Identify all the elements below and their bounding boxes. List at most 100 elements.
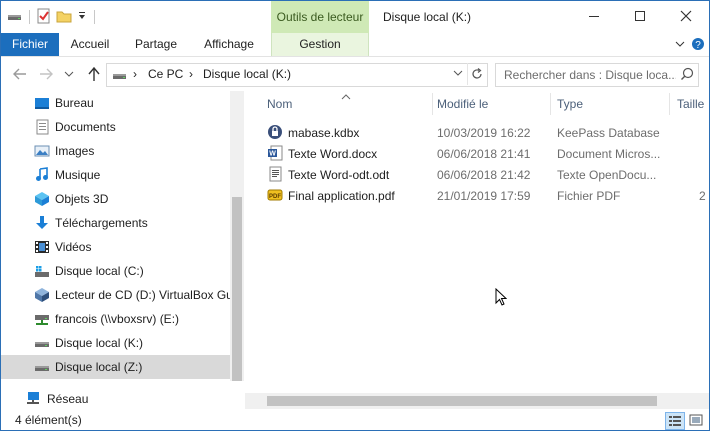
column-header-nom[interactable]: Nom — [267, 97, 292, 111]
navigation-bar: › Ce PC › Disque local (K:) Rechercher d… — [1, 57, 709, 91]
explorer-window: Outils de lecteur Disque local (K:) Fich… — [0, 0, 710, 431]
nav-item-objets-3d[interactable]: Objets 3D — [1, 187, 230, 211]
tab-accueil[interactable]: Accueil — [61, 33, 119, 56]
scrollbar-thumb[interactable] — [232, 197, 242, 381]
nav-item-label: Vidéos — [55, 240, 92, 254]
nav-item-label: Téléchargements — [55, 216, 148, 230]
nav-item-images[interactable]: Images — [1, 139, 230, 163]
nav-item-label: Documents — [55, 120, 116, 134]
file-row[interactable]: mabase.kdbx 10/03/2019 16:22 KeePass Dat… — [263, 122, 709, 143]
file-row[interactable]: W Texte Word.docx 06/06/2018 21:41 Docum… — [263, 143, 709, 164]
new-folder-icon[interactable] — [56, 8, 72, 27]
chevron-down-icon — [64, 71, 74, 77]
breadcrumb-separator[interactable]: › — [133, 67, 137, 81]
drive-icon — [112, 68, 128, 85]
column-header-taille[interactable]: Taille — [677, 97, 704, 111]
minimize-icon — [589, 16, 599, 17]
network-drive-icon — [34, 311, 50, 327]
scrollbar-thumb[interactable] — [267, 396, 657, 406]
svg-text:W: W — [269, 151, 276, 158]
tab-fichier[interactable]: Fichier — [1, 33, 59, 56]
nav-item-label: Disque local (K:) — [55, 336, 144, 350]
odt-document-icon — [267, 166, 283, 182]
nav-item-francois-vboxsrv[interactable]: francois (\\vboxsrv) (E:) — [1, 307, 230, 331]
breadcrumb-disque-local-k[interactable]: Disque local (K:) — [203, 67, 291, 81]
column-divider[interactable] — [432, 93, 433, 115]
mouse-cursor-icon — [495, 287, 508, 309]
details-view-button[interactable] — [665, 412, 685, 430]
expand-ribbon-button[interactable] — [673, 37, 687, 51]
nav-item-videos[interactable]: Vidéos — [1, 235, 230, 259]
nav-item-reseau[interactable]: Réseau — [1, 387, 241, 409]
file-list-scrollbar[interactable] — [245, 393, 709, 409]
help-icon: ? — [692, 38, 704, 51]
drive-icon — [34, 359, 50, 375]
nav-item-disque-local-z[interactable]: Disque local (Z:) — [1, 355, 230, 379]
column-divider[interactable] — [669, 93, 670, 115]
file-row[interactable]: Texte Word-odt.odt 06/06/2018 21:42 Text… — [263, 164, 709, 185]
back-button[interactable] — [11, 65, 29, 83]
close-icon — [680, 10, 692, 22]
close-button[interactable] — [663, 1, 709, 31]
file-row[interactable]: PDF Final application.pdf 21/01/2019 17:… — [263, 185, 709, 206]
qat-separator — [94, 10, 95, 24]
tab-partage[interactable]: Partage — [127, 33, 185, 56]
nav-item-label: Musique — [55, 168, 101, 182]
nav-item-musique[interactable]: Musique — [1, 163, 230, 187]
nav-item-documents[interactable]: Documents — [1, 115, 230, 139]
search-input[interactable]: Rechercher dans : Disque loca... — [504, 68, 676, 82]
breadcrumb-separator[interactable]: › — [189, 67, 193, 81]
title-bar: Outils de lecteur Disque local (K:) — [1, 1, 709, 33]
tab-affichage[interactable]: Affichage — [197, 33, 261, 56]
recent-locations-button[interactable] — [63, 65, 75, 83]
minimize-button[interactable] — [571, 1, 617, 31]
file-modified: 06/06/2018 21:42 — [437, 168, 531, 182]
word-document-icon: W — [267, 145, 283, 161]
quick-access-toolbar — [7, 8, 97, 26]
pdf-icon: PDF — [267, 187, 283, 203]
address-history-button[interactable] — [453, 66, 463, 80]
properties-check-icon[interactable] — [36, 8, 52, 27]
file-modified: 10/03/2019 16:22 — [437, 126, 531, 140]
file-modified: 21/01/2019 17:59 — [437, 189, 531, 203]
breadcrumb-ce-pc[interactable]: Ce PC — [148, 67, 183, 81]
maximize-button[interactable] — [617, 1, 663, 31]
nav-item-label: Lecteur de CD (D:) VirtualBox Gue — [55, 288, 231, 302]
address-bar[interactable]: › Ce PC › Disque local (K:) — [106, 63, 488, 87]
tab-gestion[interactable]: Gestion — [271, 33, 369, 56]
nav-item-label: Images — [55, 144, 95, 158]
item-count: 4 élément(s) — [15, 413, 82, 427]
details-view-icon — [669, 416, 681, 426]
nav-item-disque-local-k[interactable]: Disque local (K:) — [1, 331, 230, 355]
arrow-up-icon — [88, 66, 100, 81]
nav-item-disque-local-c[interactable]: Disque local (C:) — [1, 259, 230, 283]
search-icon[interactable] — [680, 67, 694, 84]
nav-item-label: Bureau — [55, 96, 94, 110]
customize-qat-icon[interactable] — [76, 10, 88, 25]
svg-text:PDF: PDF — [269, 194, 281, 200]
network-icon — [25, 390, 41, 409]
nav-pane-scrollbar[interactable] — [230, 91, 244, 381]
refresh-button[interactable] — [467, 63, 486, 85]
nav-item-telechargements[interactable]: Téléchargements — [1, 211, 230, 235]
column-header-modifie-le[interactable]: Modifié le — [437, 97, 488, 111]
column-header-type[interactable]: Type — [557, 97, 583, 111]
nav-item-lecteur-cd[interactable]: Lecteur de CD (D:) VirtualBox Gue — [1, 283, 231, 307]
search-box[interactable]: Rechercher dans : Disque loca... — [495, 63, 699, 87]
context-tab-title: Outils de lecteur — [271, 1, 369, 33]
up-button[interactable] — [85, 65, 103, 83]
maximize-icon — [635, 11, 645, 21]
large-icons-view-button[interactable] — [687, 412, 705, 428]
svg-text:?: ? — [695, 40, 701, 51]
column-divider[interactable] — [550, 93, 551, 115]
help-button[interactable]: ? — [691, 37, 705, 51]
navigation-pane: Bureau Documents Images Musique Objets 3… — [1, 91, 231, 381]
nav-item-bureau[interactable]: Bureau — [1, 91, 230, 115]
file-type: KeePass Database — [557, 126, 660, 140]
forward-button[interactable] — [37, 65, 55, 83]
qat-separator — [29, 10, 30, 24]
drive-icon[interactable] — [7, 9, 23, 26]
downloads-icon — [34, 215, 50, 231]
file-name: Final application.pdf — [288, 189, 395, 203]
cd-drive-icon — [34, 287, 50, 303]
